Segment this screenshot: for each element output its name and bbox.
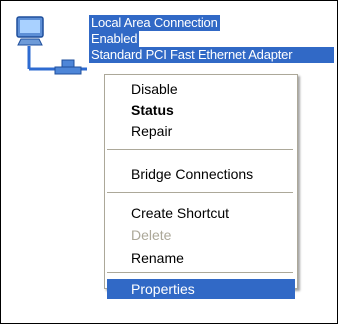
menu-item-status[interactable]: Status bbox=[107, 100, 295, 120]
menu-item-create-shortcut[interactable]: Create Shortcut bbox=[107, 203, 295, 223]
menu-item-delete: Delete bbox=[131, 227, 172, 243]
connection-adapter: Standard PCI Fast Ethernet Adapter bbox=[89, 47, 334, 63]
connection-item[interactable]: Local Area Connection Enabled Standard P… bbox=[89, 15, 334, 63]
context-menu: Disable Status Repair Bridge Connections… bbox=[104, 74, 298, 299]
menu-item-rename[interactable]: Rename bbox=[107, 248, 295, 268]
connection-status: Enabled bbox=[89, 31, 140, 47]
menu-item-repair[interactable]: Repair bbox=[107, 121, 295, 141]
menu-item-bridge-connections[interactable]: Bridge Connections bbox=[107, 164, 295, 184]
menu-separator bbox=[107, 149, 293, 150]
menu-item-properties[interactable]: Properties bbox=[107, 279, 295, 299]
network-connection-icon[interactable] bbox=[9, 13, 87, 79]
connection-name: Local Area Connection bbox=[89, 15, 220, 31]
menu-separator bbox=[107, 192, 293, 193]
screenshot-frame: Local Area Connection Enabled Standard P… bbox=[0, 0, 338, 324]
menu-separator bbox=[107, 272, 293, 273]
menu-item-disable[interactable]: Disable bbox=[107, 79, 295, 99]
